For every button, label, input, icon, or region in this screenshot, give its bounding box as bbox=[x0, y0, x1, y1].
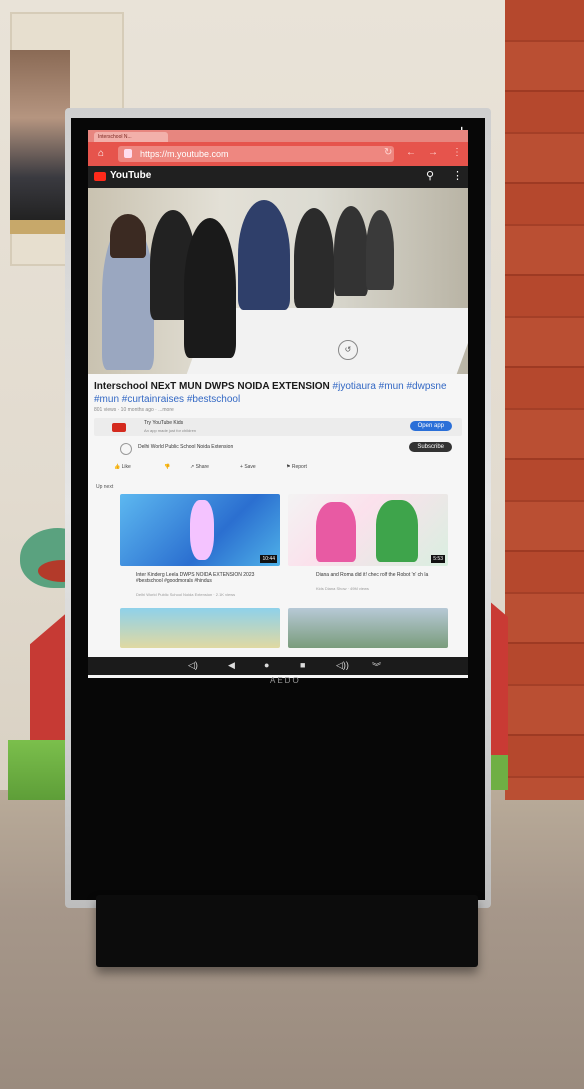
recommendation-thumbnail[interactable]: 10:44 bbox=[120, 494, 280, 566]
youtube-logo-icon[interactable] bbox=[94, 172, 106, 181]
forward-icon[interactable]: → bbox=[428, 147, 438, 158]
recommendation-thumbnail[interactable]: 5:53 bbox=[288, 494, 448, 566]
report-label: Report bbox=[291, 464, 307, 470]
android-nav-bar: ◁) ◀ ● ■ ◁)) ︾ bbox=[88, 657, 468, 675]
youtube-brand[interactable]: YouTube bbox=[110, 170, 151, 181]
portrait-plaque bbox=[10, 220, 70, 234]
duration-badge: 5:53 bbox=[431, 555, 445, 563]
photo-scene: + Interschool N... ⌂ https://m.youtube.c… bbox=[0, 0, 584, 1089]
video-title: Interschool NExT MUN DWPS NOIDA EXTENSIO… bbox=[94, 381, 330, 392]
portrait-photo bbox=[10, 50, 70, 220]
youtube-kids-icon bbox=[112, 423, 126, 432]
wood-panel bbox=[505, 0, 584, 800]
video-scene-person bbox=[366, 210, 394, 290]
save-button[interactable]: + Save bbox=[240, 464, 256, 470]
reload-icon[interactable]: ↻ bbox=[384, 147, 392, 158]
video-scene-person bbox=[184, 218, 236, 358]
video-scene-person bbox=[294, 208, 334, 308]
volume-down-icon[interactable]: ◁) bbox=[188, 660, 198, 671]
recents-nav-icon[interactable]: ■ bbox=[300, 660, 305, 670]
browser-tab-bar: Interschool N... bbox=[88, 130, 468, 142]
search-icon[interactable]: ⚲ bbox=[426, 169, 434, 182]
recommendation-channel[interactable]: Kids Diana Show · 49M views bbox=[316, 586, 446, 591]
back-icon[interactable]: ← bbox=[406, 147, 416, 158]
channel-row: Delhi World Public School Noida Extensio… bbox=[94, 440, 462, 456]
lock-icon bbox=[124, 149, 132, 158]
promo-title: Try YouTube Kids bbox=[144, 420, 184, 426]
video-meta[interactable]: 801 views · 10 months ago · ...more bbox=[88, 406, 468, 414]
save-label: Save bbox=[244, 464, 256, 470]
browser-url-bar: ⌂ https://m.youtube.com ↻ ← → ⋮ bbox=[88, 142, 468, 166]
share-label: Share bbox=[195, 464, 209, 470]
duration-badge: 10:44 bbox=[260, 555, 277, 563]
up-next-label: Up next bbox=[96, 484, 114, 490]
thumbnail-kid bbox=[316, 502, 356, 562]
more-icon[interactable]: ⋮ bbox=[452, 169, 463, 182]
youtube-header: YouTube ⚲ ⋮ bbox=[88, 166, 468, 188]
volume-up-icon[interactable]: ◁)) bbox=[336, 660, 349, 671]
browser-tab[interactable]: Interschool N... bbox=[94, 132, 168, 142]
channel-avatar[interactable] bbox=[120, 443, 132, 455]
device-brand: AEDO bbox=[270, 676, 301, 685]
video-scene-person bbox=[334, 206, 368, 296]
back-nav-icon[interactable]: ◀ bbox=[228, 660, 235, 671]
home-nav-icon[interactable]: ● bbox=[264, 660, 269, 670]
menu-icon[interactable]: ⋮ bbox=[452, 147, 462, 158]
video-watermark-icon: ↺ bbox=[338, 340, 358, 360]
video-title-block: Interschool NExT MUN DWPS NOIDA EXTENSIO… bbox=[88, 374, 468, 406]
home-icon[interactable]: ⌂ bbox=[98, 148, 104, 159]
collapse-icon[interactable]: ︾ bbox=[372, 660, 381, 673]
recommendation-title[interactable]: Inter Kinderg Leela DWPS NOIDA EXTENSION… bbox=[136, 572, 276, 584]
video-scene-person bbox=[238, 200, 290, 310]
report-button[interactable]: ⚑ Report bbox=[286, 464, 307, 470]
recommendation-thumbnail[interactable] bbox=[120, 608, 280, 648]
recommendation-channel[interactable]: Delhi World Public School Noida Extensio… bbox=[136, 592, 276, 597]
youtube-kids-promo: Try YouTube Kids An app made just for ch… bbox=[94, 418, 462, 436]
thumbnail-kid bbox=[376, 500, 418, 562]
dislike-button[interactable]: 👎 bbox=[164, 464, 170, 470]
share-button[interactable]: ↗ Share bbox=[190, 464, 209, 470]
kiosk-screen: Interschool N... ⌂ https://m.youtube.com… bbox=[88, 130, 468, 678]
promo-subtitle: An app made just for children bbox=[144, 428, 197, 433]
open-app-button[interactable]: Open app bbox=[409, 421, 452, 431]
subscribe-button[interactable]: Subscribe bbox=[409, 442, 452, 452]
recommendations: 10:44 5:53 Inter Kinderg Leela DWPS NOID… bbox=[88, 494, 468, 654]
url-field[interactable]: https://m.youtube.com bbox=[118, 146, 394, 162]
recommendation-title[interactable]: Diana and Roma did it! chec rolf the Rob… bbox=[316, 572, 446, 578]
video-player[interactable]: ↺ bbox=[88, 188, 468, 374]
thumbnail-figure bbox=[190, 500, 214, 560]
kiosk-base bbox=[96, 895, 478, 967]
recommendation-thumbnail[interactable] bbox=[288, 608, 448, 648]
like-button[interactable]: 👍 Like bbox=[114, 464, 131, 470]
video-scene-person bbox=[110, 214, 146, 258]
url-text: https://m.youtube.com bbox=[140, 149, 229, 159]
video-actions: 👍 Like 👎 ↗ Share + Save ⚑ Report bbox=[94, 462, 462, 474]
channel-name[interactable]: Delhi World Public School Noida Extensio… bbox=[138, 444, 233, 450]
like-label: Like bbox=[121, 464, 131, 470]
